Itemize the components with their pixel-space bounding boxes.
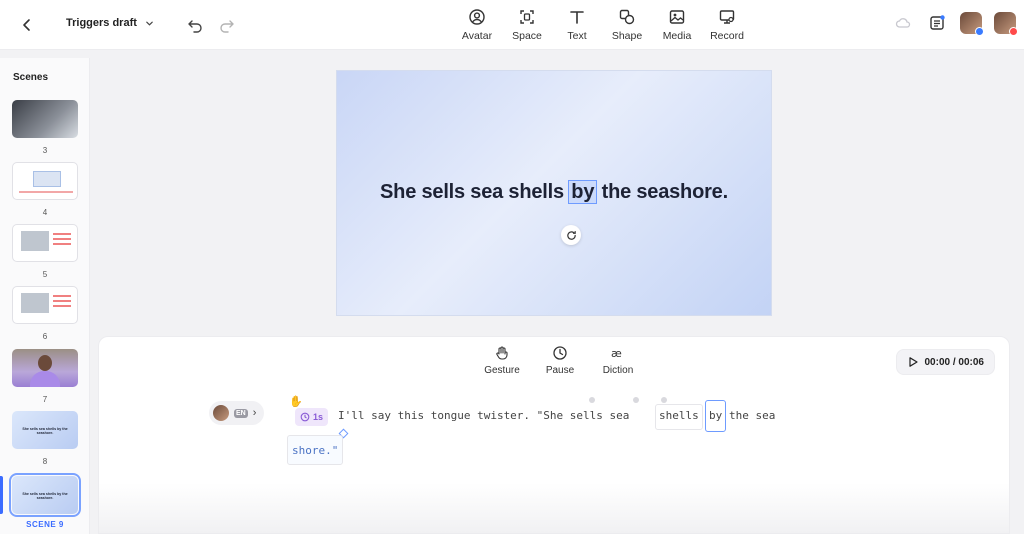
panel-fade [99,483,1009,533]
script-word-selected[interactable]: by [705,400,727,432]
collaborator-avatar[interactable] [960,12,984,36]
word-marker[interactable] [589,397,595,403]
scene-thumbnail-7[interactable] [12,349,78,387]
script-line-1[interactable]: I'll say this tongue twister. "She sells… [338,409,629,422]
regenerate-button[interactable] [561,225,581,245]
scene-number: 6 [42,332,48,341]
refresh-icon [566,230,576,240]
gesture-icon [496,346,508,360]
redo-icon[interactable] [218,16,236,34]
top-bar: Triggers draft Avatar Space Text Shape M… [0,0,1024,50]
headline-text-before: She sells sea shells [380,181,570,203]
pause-marker[interactable]: 1s [295,408,329,426]
text-icon [570,11,584,24]
scene-number: 4 [42,208,48,217]
chevron-down-icon [146,21,153,26]
scene-thumbnail-3[interactable] [12,100,78,138]
cloud-sync-icon[interactable] [892,12,914,34]
space-icon [520,10,534,24]
tool-text[interactable]: Text [552,8,602,42]
chevron-right-icon: › [252,407,257,419]
tool-label: Text [567,30,587,42]
headline-text-after: the seashore. [596,181,729,203]
tool-space[interactable]: Space [502,8,552,42]
scenes-sidebar: Scenes 3 4 5 6 7 She sells sea shells by… [0,58,90,534]
tool-label: Avatar [461,30,493,42]
scene-thumbnail-5[interactable] [12,224,78,262]
scene-thumbnail-9[interactable]: She sells sea shells by the seashore. [9,473,81,517]
chevron-left-icon [23,19,30,31]
user-avatar[interactable] [994,12,1018,36]
clock-icon [300,412,310,422]
media-icon [669,10,685,24]
shape-icon [619,9,635,25]
tool-shape[interactable]: Shape [602,8,652,42]
script-panel: Gesture Pause æ Diction 00:00 / 00:06 EN… [98,336,1010,534]
script-words-after[interactable]: the sea [729,409,775,422]
active-scene-indicator [0,476,3,514]
tool-avatar[interactable]: Avatar [452,8,502,42]
scene-number: 7 [42,395,48,404]
clock-icon [553,346,567,360]
avatar-icon [469,9,485,25]
word-marker[interactable] [661,397,667,403]
voice-language-selector[interactable]: EN › [209,401,265,425]
sidebar-title: Scenes [13,72,49,83]
svg-text:æ: æ [611,347,622,360]
notes-icon[interactable] [926,12,948,34]
script-toolbar: Gesture Pause æ Diction [479,345,641,376]
script-word-shells[interactable]: shells [655,404,703,430]
diction-label: Diction [602,365,634,376]
tool-label: Record [710,30,744,42]
canvas-headline[interactable]: She sells sea shells by the seashore. [337,180,771,204]
back-button[interactable] [16,14,38,36]
thumbnail-caption: She sells sea shells by the seashore. [22,427,68,435]
play-icon [908,357,918,367]
gesture-button[interactable]: Gesture [479,345,525,376]
pause-label: Pause [545,365,575,376]
scene-number: 5 [42,270,48,279]
tool-record[interactable]: Record [702,8,752,42]
playback-time: 00:00 / 00:06 [924,356,985,368]
language-badge: EN [234,408,248,418]
scene-thumbnail-4[interactable] [12,162,78,200]
tool-label: Shape [611,30,643,42]
diction-button[interactable]: æ Diction [595,345,641,376]
draft-title: Triggers draft [66,17,137,29]
scene-number: 3 [42,146,48,155]
pause-button[interactable]: Pause [537,345,583,376]
hand-cursor-icon: ✋ [289,396,303,408]
draft-title-dropdown[interactable]: Triggers draft [66,17,154,29]
scene-number: 8 [42,457,48,466]
tool-media[interactable]: Media [652,8,702,42]
tool-label: Media [662,30,692,42]
header-right-actions [892,12,1018,36]
pause-duration: 1s [313,412,324,422]
thumbnail-caption: She sells sea shells by the seashore. [22,492,68,500]
gesture-label: Gesture [484,365,520,376]
highlighted-word[interactable]: by [568,180,598,204]
undo-icon[interactable] [186,16,204,34]
scene-canvas[interactable]: She sells sea shells by the seashore. [336,70,772,316]
diction-icon: æ [611,347,622,360]
play-preview-button[interactable]: 00:00 / 00:06 [895,349,995,375]
insert-toolbar: Avatar Space Text Shape Media Record [452,8,752,42]
script-line-2[interactable]: shore." [287,435,344,465]
tool-label: Space [512,30,542,42]
scene-thumbnail-6[interactable] [12,286,78,324]
voice-avatar [213,405,229,421]
scene-thumbnail-8[interactable]: She sells sea shells by the seashore. [12,411,78,449]
active-scene-label: SCENE 9 [26,520,64,529]
record-icon [719,10,735,24]
word-marker[interactable] [633,397,639,403]
